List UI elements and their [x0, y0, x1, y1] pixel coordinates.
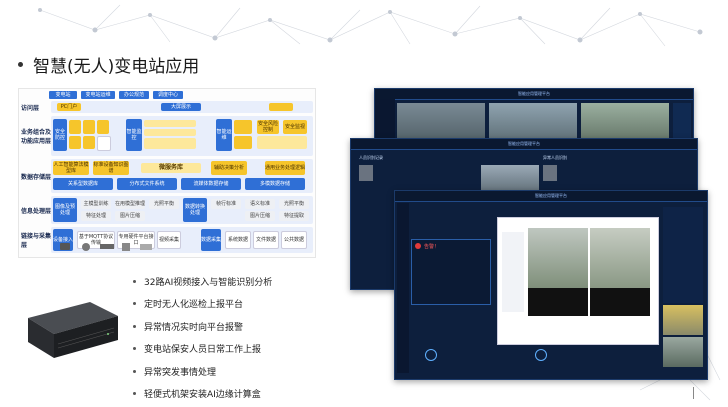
camera-view: [663, 337, 703, 367]
arch-block: 通用业务处理逻辑: [265, 161, 305, 175]
layer-business: 业务组合及功能应用层 安全防控 智能监控 智能运维 安全风险控制 安全监视: [21, 116, 313, 156]
arch-block: 光照平衡: [279, 199, 309, 209]
device-icons: [60, 243, 152, 251]
layer-access: 访问层 PC门户 大屏展示: [21, 101, 313, 113]
top-tab: 变电站: [49, 91, 77, 99]
alert-title: 告警！: [424, 244, 440, 250]
architecture-top-tabs: 变电站 变电站运维 办公规范 调度中心: [49, 91, 309, 99]
top-tab: 调度中心: [153, 91, 183, 99]
alert-icon: [415, 243, 421, 249]
screen-title: 智能应用管理平台: [351, 139, 697, 150]
arch-block: [144, 120, 196, 127]
face-thumbnail: [543, 165, 557, 181]
arch-block: 公共数据: [281, 231, 307, 249]
arch-block: [234, 120, 252, 134]
layer-label: 信息处理层: [21, 207, 52, 215]
panel-title: 人员识别记录: [359, 155, 383, 160]
arch-block: [257, 136, 307, 149]
arch-block: 光照平衡: [149, 199, 179, 209]
arch-block: 流媒体数据存储: [181, 178, 241, 190]
arch-block: 特征处理: [81, 211, 111, 221]
arch-block: [83, 136, 95, 149]
arch-block: 主模型训练: [81, 199, 111, 209]
arch-block: 多模数据存储: [245, 178, 305, 190]
top-tab: 变电站运维: [81, 91, 115, 99]
camera-view: [528, 228, 588, 288]
feature-item: 变电站保安人员日常工作上报: [133, 338, 272, 361]
architecture-diagram: 变电站 变电站运维 办公规范 调度中心 访问层 PC门户 大屏展示 业务组合及功…: [18, 88, 316, 258]
layer-storage: 数据存储层 人工智能算法模型库 标准设备知识图谱 微服务库 辅助决策分析 通用业…: [21, 159, 313, 193]
feature-item: 定时无人化巡检上报平台: [133, 293, 272, 316]
camera-view: [590, 288, 650, 316]
layer-label: 业务组合及功能应用层: [21, 129, 52, 145]
arch-block: [97, 120, 109, 134]
screen-title: 智能应用管理平台: [395, 191, 707, 202]
screen-title: 智能应用管理平台: [375, 89, 693, 100]
feature-list: 32路AI视频接入与智能识别分析 定时无人化巡检上报平台 异常情况实时向平台报警…: [133, 270, 272, 405]
slide-title-row: 智慧(无人)变电站应用: [18, 52, 199, 77]
arch-block: 分布式文件系统: [117, 178, 177, 190]
video-dialog[interactable]: [497, 217, 659, 345]
arch-block: 语义标准: [245, 199, 275, 209]
feature-item: 32路AI视频接入与智能识别分析: [133, 270, 272, 293]
layer-processing: 信息处理层 图像及预处理 主模型训练 在用模型推理 光照平衡 数据转换处理 帧行…: [21, 196, 313, 224]
camera-view: [528, 288, 588, 316]
arch-block: 关系型数据库: [53, 178, 113, 190]
arch-block: [144, 138, 196, 149]
page-divider: [693, 387, 694, 399]
arch-block: [69, 136, 81, 149]
arch-block: 安全防控: [53, 119, 67, 151]
arch-block: 微服务库: [141, 163, 201, 173]
layer-label: 链接与采集层: [21, 233, 52, 249]
arch-block: 系统数据: [225, 231, 251, 249]
top-tab: 办公规范: [119, 91, 149, 99]
arch-block: [144, 129, 196, 136]
slide-title: 智慧(无人)变电站应用: [33, 57, 200, 77]
event-list: [663, 207, 703, 303]
arch-block: 图像及预处理: [53, 198, 77, 222]
arch-block: 安全风险控制: [257, 120, 279, 134]
arch-block: [269, 103, 293, 111]
add-icon[interactable]: [425, 349, 437, 361]
layer-label: 数据存储层: [21, 173, 52, 181]
arch-block: 人工智能算法模型库: [53, 161, 89, 175]
title-bullet: [18, 62, 23, 67]
arch-block: 安全监视: [283, 120, 307, 134]
arch-block: 帧行标准: [211, 199, 241, 209]
feature-item: 异常突发事情处理: [133, 360, 272, 383]
arch-block: 在用模型推理: [115, 199, 145, 209]
arch-block: 文件数据: [253, 231, 279, 249]
arch-block: 特征提取: [279, 211, 309, 221]
add-icon[interactable]: [535, 349, 547, 361]
edge-computing-box-image: [28, 302, 118, 358]
arch-block: [97, 136, 111, 151]
arch-block: 数据转换处理: [183, 198, 207, 222]
feature-item: 轻便式机架安装AI边缘计算盒: [133, 383, 272, 406]
camera-view: [590, 228, 650, 288]
arch-block: 图片压缩: [115, 211, 145, 221]
panel-title: 异常人员识别: [543, 155, 567, 160]
arch-block: 辅助决策分析: [211, 161, 247, 175]
arch-block: 标准设备知识图谱: [93, 161, 129, 175]
arch-block: 图片压缩: [245, 211, 275, 221]
platform-screenshot-3: 智能应用管理平台 告警！: [394, 190, 708, 380]
arch-block: PC门户: [57, 103, 81, 111]
arch-block: 大屏展示: [161, 103, 201, 111]
layer-label: 访问层: [21, 104, 40, 112]
arch-block: [234, 136, 252, 149]
alert-panel: 告警！: [411, 239, 491, 305]
arch-block: [69, 120, 81, 134]
face-thumbnail: [359, 165, 373, 181]
feature-item: 异常情况实时向平台报警: [133, 315, 272, 338]
arch-block: 智能监控: [126, 119, 142, 151]
arch-block: 智能运维: [216, 119, 232, 151]
camera-view: [663, 305, 703, 335]
arch-block: [83, 120, 95, 134]
arch-block: 数据采集: [201, 229, 221, 251]
